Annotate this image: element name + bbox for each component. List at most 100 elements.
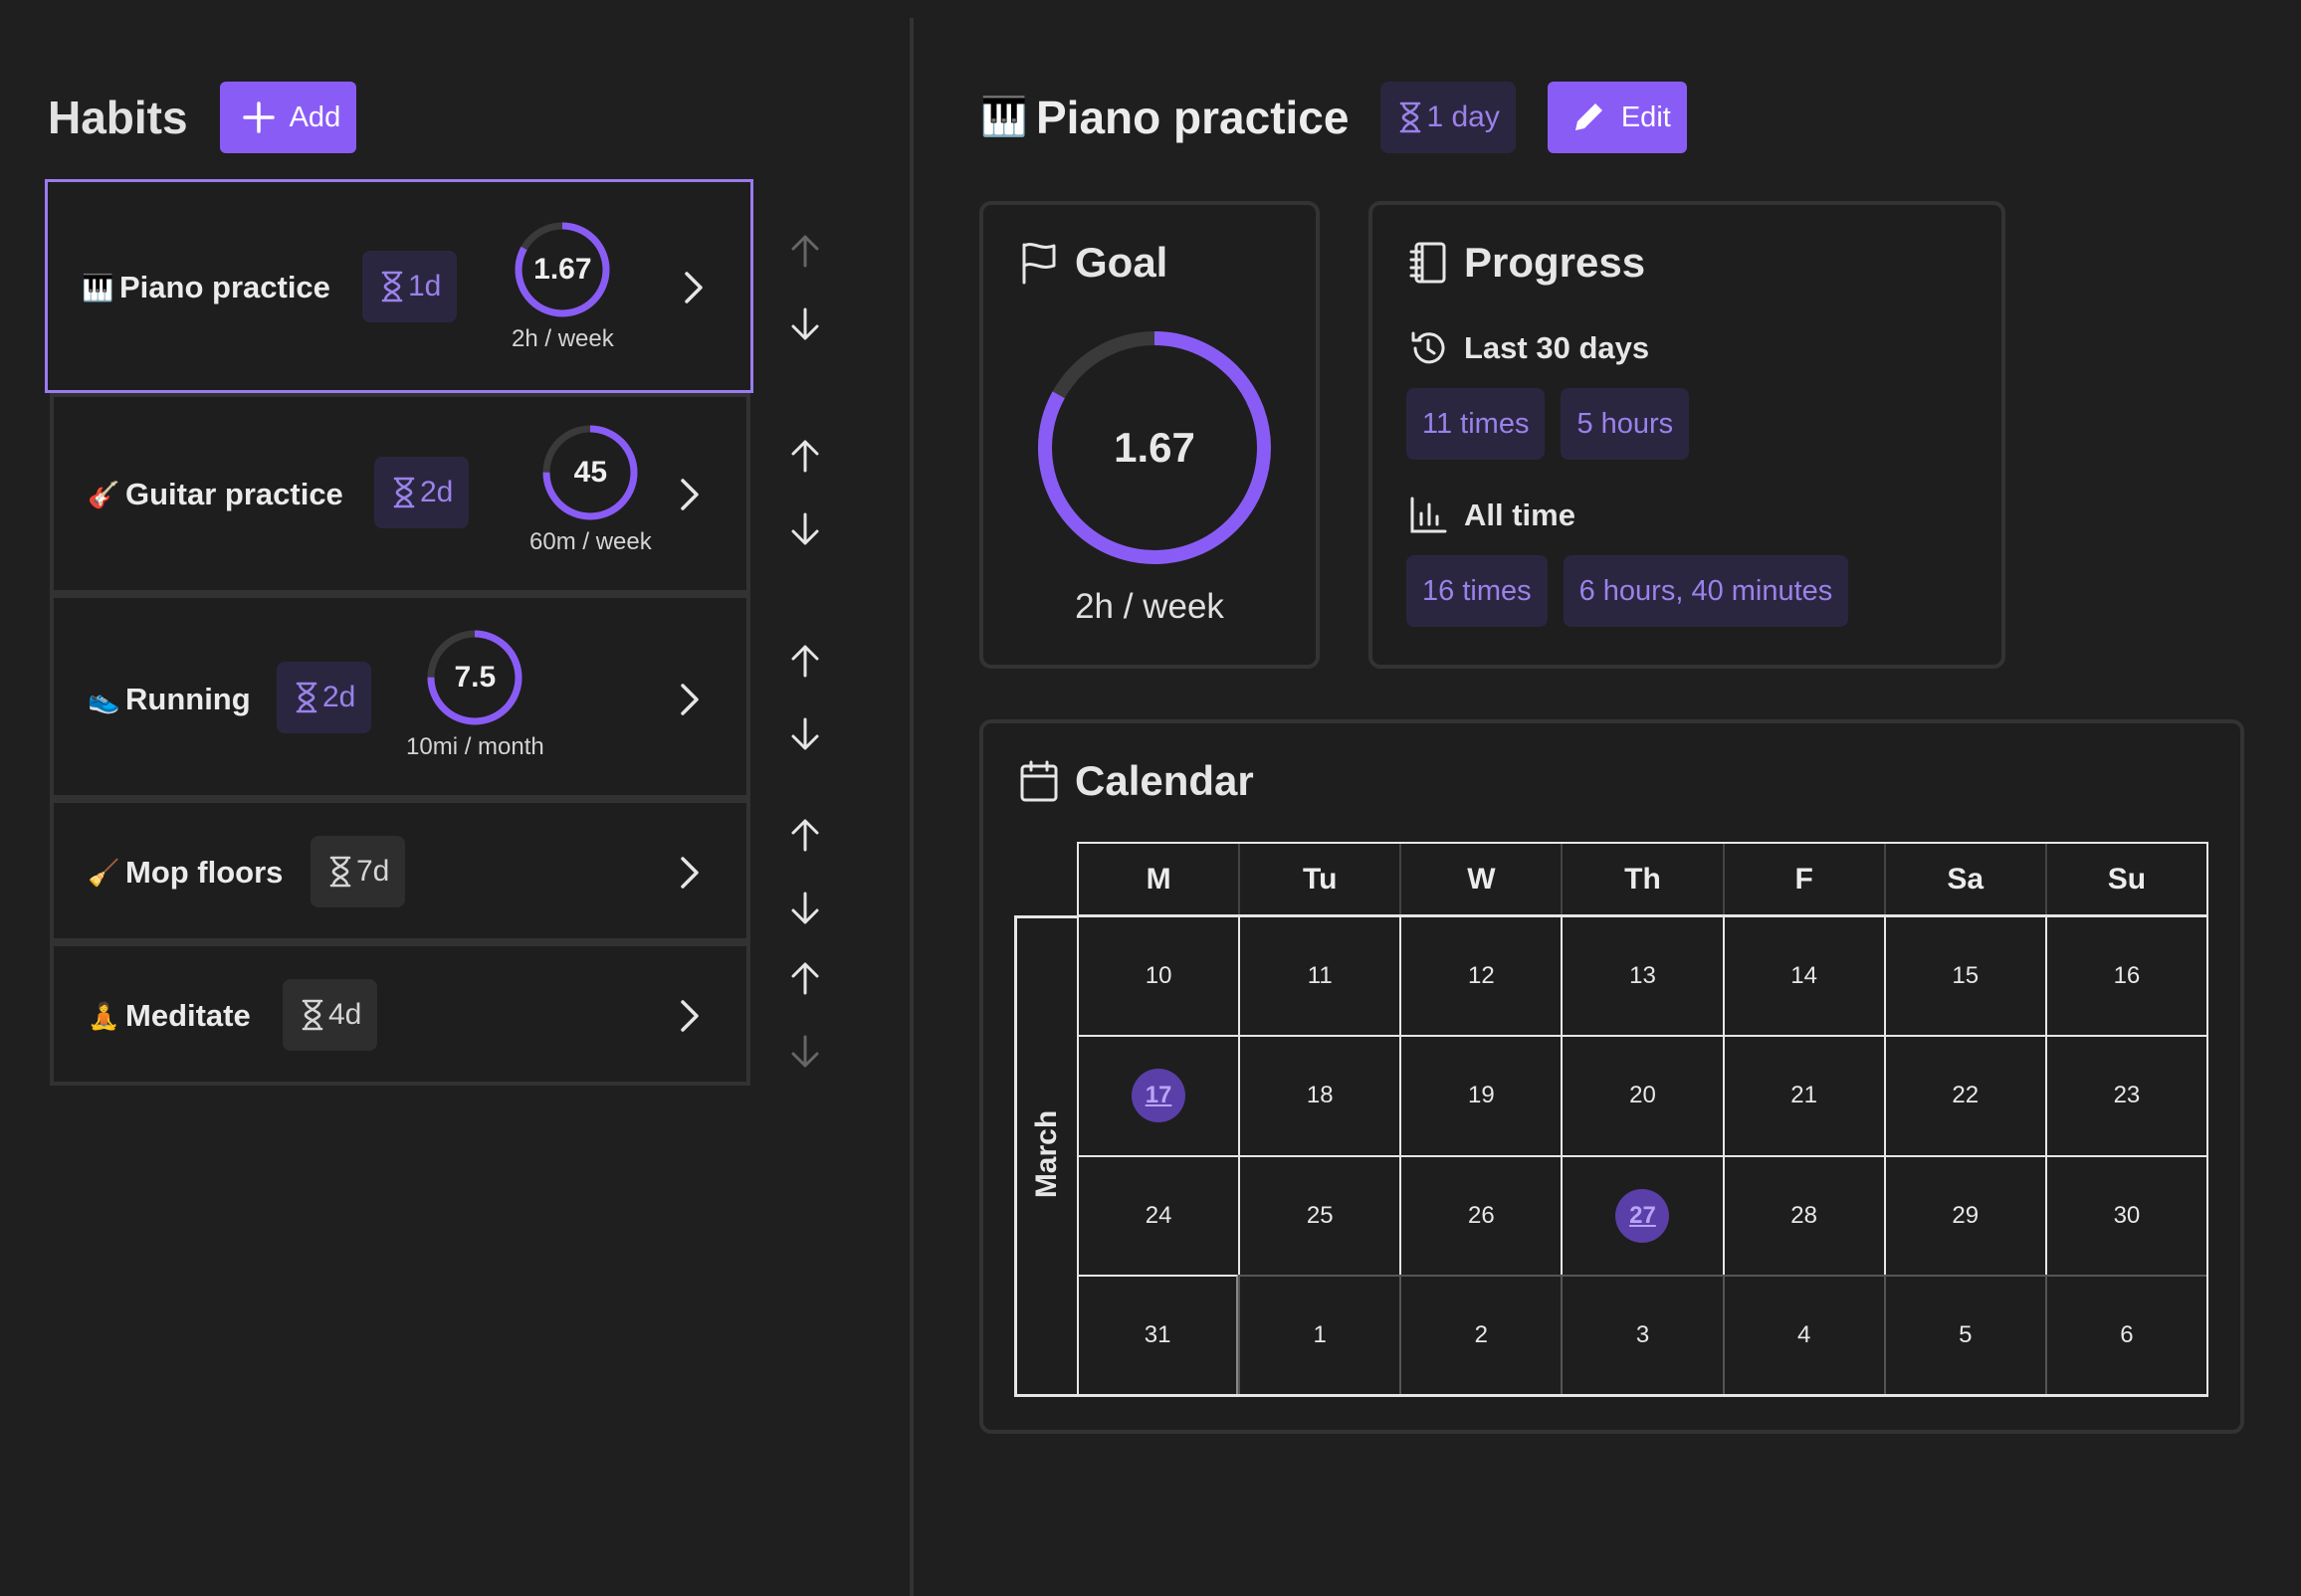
day-number: 30 <box>2113 1201 2141 1229</box>
progress-panel: Progress Last 30 days 11 times 5 hours A… <box>1368 201 2005 669</box>
habit-name-text: Running <box>125 682 251 716</box>
all-time-label: All time <box>1464 498 1575 532</box>
move-down-icon[interactable] <box>790 307 820 341</box>
badge-text: 2d <box>420 476 454 508</box>
calendar-day-cell[interactable]: 3 <box>1561 1274 1723 1394</box>
calendar-day-cell[interactable]: 19 <box>1399 1035 1562 1155</box>
goal-progress-ring: 1.67 <box>1031 324 1278 571</box>
all-time-times-chip: 16 times <box>1406 555 1548 627</box>
frequency-badge: 1d <box>362 251 458 322</box>
habit-name-text: Piano practice <box>119 270 330 304</box>
calendar-day-cell[interactable]: 20 <box>1561 1035 1723 1155</box>
day-number: 28 <box>1790 1201 1817 1229</box>
calendar-day-cell[interactable]: 24 <box>1077 1154 1239 1275</box>
calendar-day-cell[interactable]: 12 <box>1399 915 1562 1036</box>
move-up-icon[interactable] <box>790 644 820 678</box>
hourglass-icon <box>393 477 415 508</box>
calendar-day-cell[interactable]: 18 <box>1238 1035 1400 1155</box>
habit-card-piano[interactable]: 🎹 Piano practice 1d 1.67 2h / week <box>45 179 753 393</box>
calendar-day-cell[interactable]: 22 <box>1883 1035 2045 1155</box>
habit-name: 🧹 Mop floors <box>88 855 283 891</box>
move-down-icon[interactable] <box>790 892 820 925</box>
notebook-icon <box>1409 242 1446 284</box>
habit-card-mop-floors[interactable]: 🧹 Mop floors 7d <box>50 799 750 942</box>
completed-day-marker[interactable]: 27 <box>1615 1188 1670 1243</box>
hourglass-icon <box>296 682 317 713</box>
day-number: 5 <box>1959 1320 1973 1348</box>
weekday-label: M <box>1079 844 1241 914</box>
calendar-title: Calendar <box>1019 757 1254 805</box>
calendar-weekday-header: M Tu W Th F Sa Su <box>1077 842 2208 916</box>
frequency-badge: 7d <box>311 836 406 907</box>
day-number: 21 <box>1790 1082 1817 1109</box>
calendar-day-cell[interactable]: 27 <box>1561 1154 1723 1275</box>
calendar-day-cell[interactable]: 23 <box>2044 1035 2206 1155</box>
piano-icon: 🎹 <box>82 272 114 302</box>
day-number: 31 <box>1144 1320 1171 1348</box>
chevron-right-icon[interactable] <box>677 477 703 512</box>
habit-name: 🎹 Piano practice <box>82 270 330 305</box>
detail-title: 🎹 Piano practice <box>980 91 1349 144</box>
edit-button[interactable]: Edit <box>1547 82 1687 153</box>
weekday-label: F <box>1725 844 1886 914</box>
calendar-day-cell[interactable]: 17 <box>1077 1035 1239 1155</box>
calendar-day-cell[interactable]: 1 <box>1238 1274 1400 1394</box>
progress-ring: 1.67 2h / week <box>512 220 614 353</box>
ring-value: 1.67 <box>533 253 592 286</box>
day-number: 15 <box>1952 962 1980 990</box>
calendar-day-cell[interactable]: 2 <box>1399 1274 1562 1394</box>
calendar-day-cell[interactable]: 14 <box>1722 915 1884 1036</box>
chevron-right-icon[interactable] <box>677 855 703 891</box>
bar-chart-icon <box>1410 497 1447 533</box>
all-time-duration-chip: 6 hours, 40 minutes <box>1563 555 1849 627</box>
chevron-right-icon[interactable] <box>681 270 707 305</box>
calendar-day-cell[interactable]: 16 <box>2044 915 2206 1036</box>
day-number: 29 <box>1952 1201 1980 1229</box>
calendar-day-cell[interactable]: 31 <box>1077 1274 1239 1394</box>
calendar-day-cell[interactable]: 13 <box>1561 915 1723 1036</box>
calendar-day-cell[interactable]: 11 <box>1238 915 1400 1036</box>
add-habit-button[interactable]: Add <box>219 82 357 153</box>
completed-day-marker[interactable]: 17 <box>1132 1069 1186 1123</box>
calendar-grid: 10 11 12 13 14 15 16 17 18 19 20 21 22 23 24 25 26 27 28 29… <box>1077 915 2208 1397</box>
move-down-icon[interactable] <box>790 512 820 546</box>
calendar-day-cell[interactable]: 5 <box>1883 1274 2045 1394</box>
hourglass-icon <box>1400 101 1421 133</box>
calendar-day-cell[interactable]: 4 <box>1722 1274 1884 1394</box>
move-up-icon[interactable] <box>790 439 820 473</box>
move-down-icon[interactable] <box>790 717 820 751</box>
day-number: 14 <box>1790 962 1817 990</box>
guitar-icon: 🎸 <box>88 479 120 509</box>
habit-card-running[interactable]: 👟 Running 2d 7.5 10mi / month <box>50 594 750 799</box>
chevron-right-icon[interactable] <box>677 682 703 717</box>
chevron-right-icon[interactable] <box>677 998 703 1034</box>
calendar-day-cell[interactable]: 30 <box>2044 1154 2206 1275</box>
badge-text: 4d <box>328 998 362 1031</box>
calendar-day-cell[interactable]: 10 <box>1077 915 1239 1036</box>
day-number: 25 <box>1306 1201 1334 1229</box>
calendar-day-cell[interactable]: 21 <box>1722 1035 1884 1155</box>
weekday-label: Th <box>1563 844 1725 914</box>
ring-subtitle: 2h / week <box>512 325 614 352</box>
last-30-duration-chip: 5 hours <box>1561 388 1690 460</box>
badge-text: 2d <box>322 681 356 713</box>
add-label: Add <box>289 100 341 133</box>
move-up-icon[interactable] <box>790 818 820 852</box>
meditation-icon: 🧘 <box>88 1000 120 1031</box>
progress-title-text: Progress <box>1464 239 1646 286</box>
habit-card-guitar[interactable]: 🎸 Guitar practice 2d 45 60m / week <box>50 393 750 594</box>
habit-name: 👟 Running <box>88 682 251 717</box>
calendar-day-cell[interactable]: 15 <box>1883 915 2045 1036</box>
move-up-icon[interactable] <box>790 961 820 995</box>
calendar-day-cell[interactable]: 29 <box>1883 1154 2045 1275</box>
badge-text: 7d <box>356 855 390 888</box>
calendar-day-cell[interactable]: 26 <box>1399 1154 1562 1275</box>
day-number: 18 <box>1306 1082 1334 1109</box>
detail-header: 🎹 Piano practice 1 day Edit <box>980 82 1687 153</box>
calendar-day-cell[interactable]: 6 <box>2044 1274 2206 1394</box>
calendar-day-cell[interactable]: 25 <box>1238 1154 1400 1275</box>
habit-card-meditate[interactable]: 🧘 Meditate 4d <box>50 942 750 1086</box>
habits-title: Habits <box>48 92 188 143</box>
history-icon <box>1411 331 1445 364</box>
calendar-day-cell[interactable]: 28 <box>1722 1154 1884 1275</box>
